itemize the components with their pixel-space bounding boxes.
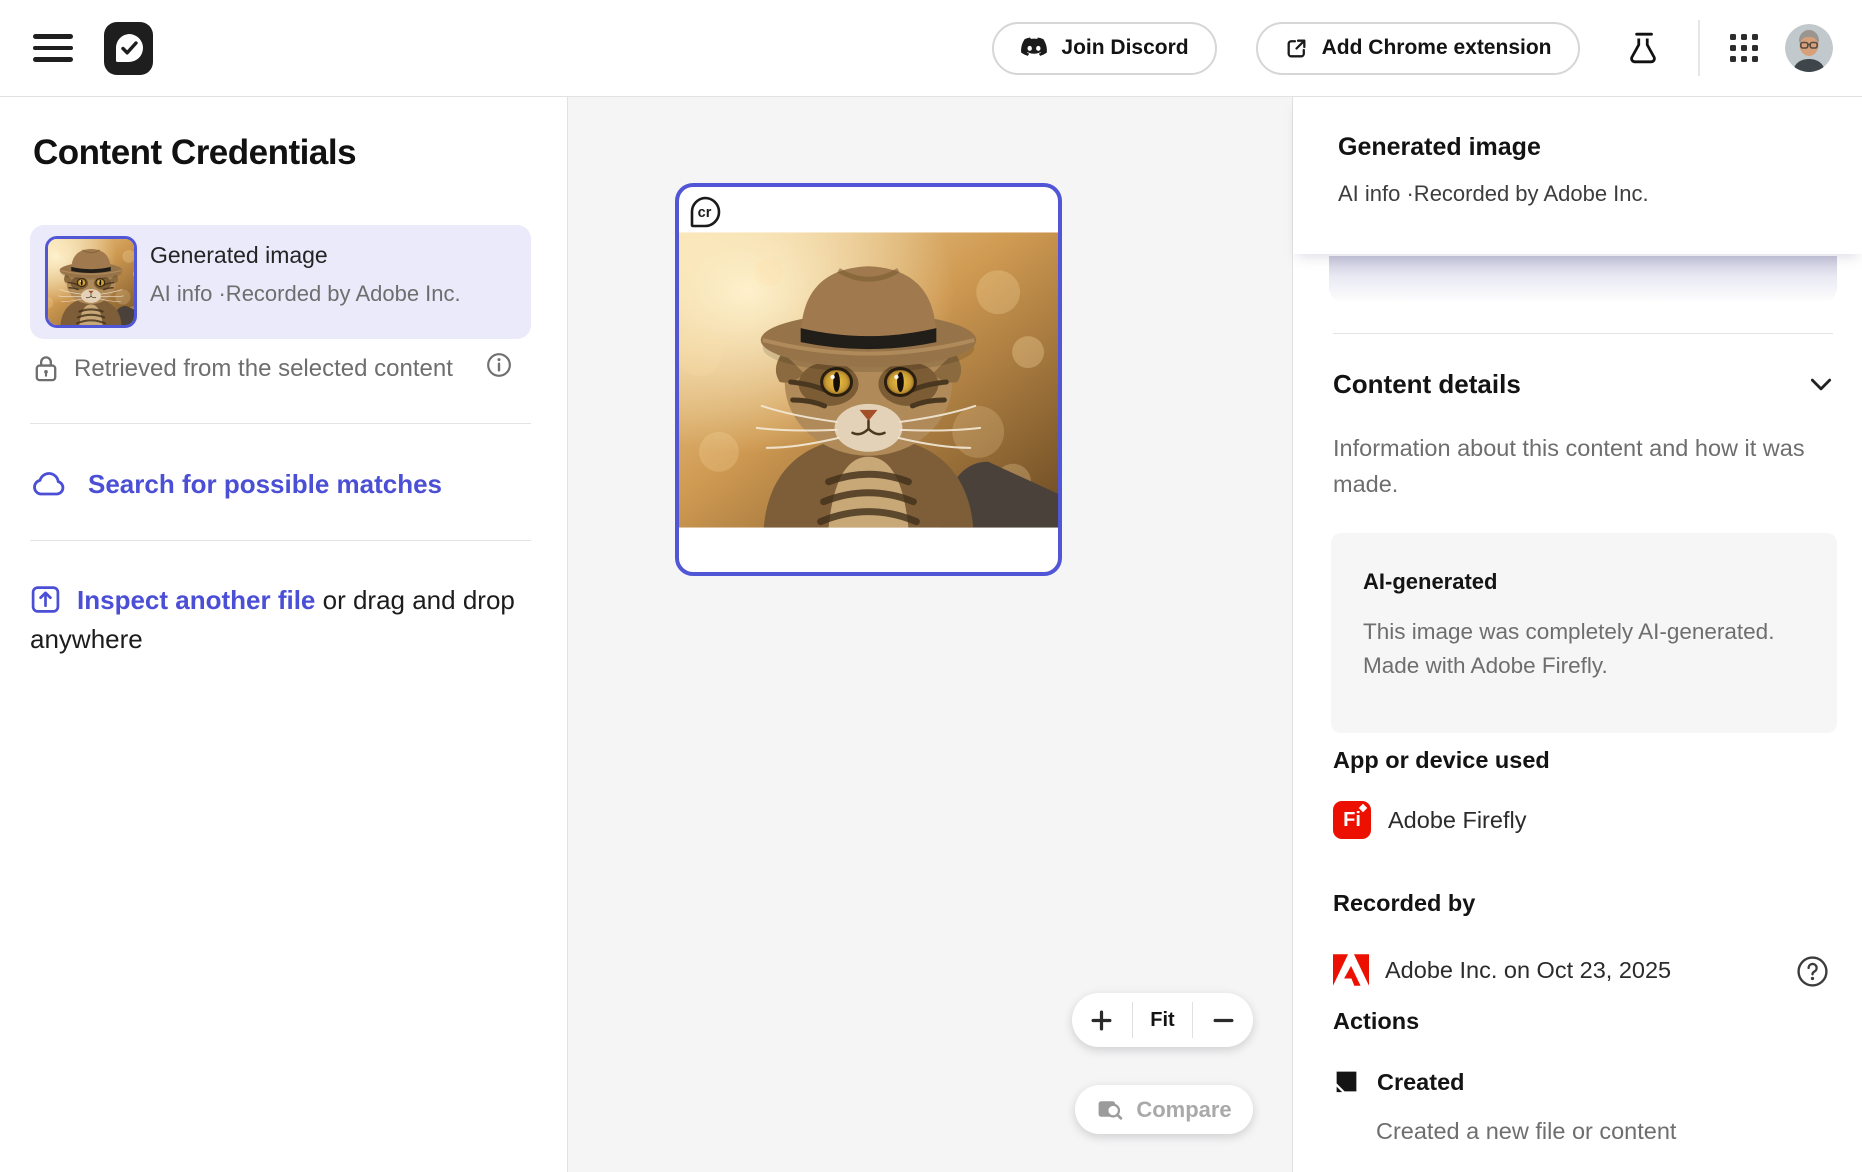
ai-generated-body: This image was completely AI-generated. … xyxy=(1363,615,1811,683)
cr-pin-check-icon xyxy=(112,31,146,65)
details-title: Generated image xyxy=(1338,133,1541,162)
search-matches-label: Search for possible matches xyxy=(88,469,442,500)
retrieved-status-row: Retrieved from the selected content xyxy=(33,353,453,384)
join-discord-button[interactable]: Join Discord xyxy=(992,22,1216,75)
cloud-icon xyxy=(30,470,68,499)
top-bar: Join Discord Add Chrome extension xyxy=(0,0,1862,97)
sidebar: Content Credentials Generated image AI i… xyxy=(0,97,568,1172)
topbar-actions: Join Discord Add Chrome extension xyxy=(992,20,1833,76)
details-header: Generated image AI info ·Recorded by Ado… xyxy=(1293,97,1862,254)
app-used-value: Adobe Firefly xyxy=(1388,807,1526,834)
cr-badge-icon[interactable]: cr xyxy=(688,195,722,229)
lock-icon xyxy=(33,353,59,384)
experiments-flask-icon[interactable] xyxy=(1627,31,1659,65)
details-panel: Generated image AI info ·Recorded by Ado… xyxy=(1292,97,1862,1172)
adobe-logo-icon xyxy=(1333,954,1369,986)
inspect-another-file-block: Inspect another file or drag and drop an… xyxy=(30,581,546,659)
app-used-heading: App or device used xyxy=(1333,747,1550,774)
content-details-heading: Content details xyxy=(1333,369,1521,400)
compare-label: Compare xyxy=(1136,1097,1231,1123)
chevron-down-icon xyxy=(1810,378,1832,391)
fit-button[interactable]: Fit xyxy=(1133,993,1193,1047)
recorded-by-value: Adobe Inc. on Oct 23, 2025 xyxy=(1385,957,1671,984)
content-details-description: Information about this content and how i… xyxy=(1333,430,1815,503)
content-card-subtitle: AI info ·Recorded by Adobe Inc. xyxy=(150,281,461,307)
content-credentials-app: Join Discord Add Chrome extension xyxy=(0,0,1862,1172)
search-matches-link[interactable]: Search for possible matches xyxy=(30,469,442,500)
info-icon[interactable] xyxy=(486,352,512,383)
created-file-icon xyxy=(1333,1069,1360,1096)
selected-content-card[interactable]: Generated image AI info ·Recorded by Ado… xyxy=(30,225,531,339)
page-title: Content Credentials xyxy=(33,133,356,173)
zoom-controls: Fit xyxy=(1072,993,1253,1047)
menu-icon[interactable] xyxy=(33,34,73,62)
scrolled-summary-card-edge xyxy=(1329,256,1837,302)
zoom-in-button[interactable] xyxy=(1072,993,1132,1047)
minus-icon xyxy=(1211,1008,1236,1033)
zoom-out-button[interactable] xyxy=(1193,993,1253,1047)
adobe-firefly-icon: Fi xyxy=(1333,801,1371,839)
help-icon[interactable] xyxy=(1796,955,1829,993)
content-card-title: Generated image xyxy=(150,242,328,269)
sidebar-divider-2 xyxy=(30,540,531,541)
compare-icon xyxy=(1096,1097,1123,1122)
details-subtitle: AI info ·Recorded by Adobe Inc. xyxy=(1338,181,1649,207)
recorded-by-row: Adobe Inc. on Oct 23, 2025 xyxy=(1333,954,1671,986)
image-viewer-canvas: cr Fit xyxy=(568,97,1292,1172)
action-created-description: Created a new file or content xyxy=(1376,1118,1676,1145)
plus-icon xyxy=(1089,1008,1114,1033)
actions-heading: Actions xyxy=(1333,1008,1419,1035)
ai-generated-card: AI-generated This image was completely A… xyxy=(1331,533,1837,733)
content-thumbnail xyxy=(45,236,137,328)
inspect-another-file-link[interactable]: Inspect another file xyxy=(77,585,315,615)
cat-photo xyxy=(679,232,1058,528)
inspected-image-card[interactable]: cr xyxy=(675,183,1062,576)
main-layout: Content Credentials Generated image AI i… xyxy=(0,97,1862,1172)
user-avatar[interactable] xyxy=(1785,24,1833,72)
collapse-section-button[interactable] xyxy=(1810,378,1832,396)
add-chrome-extension-label: Add Chrome extension xyxy=(1322,36,1552,60)
cr-badge-text: cr xyxy=(698,205,712,221)
firefly-icon-text: Fi xyxy=(1343,809,1361,832)
open-external-icon xyxy=(1284,36,1309,61)
discord-icon xyxy=(1020,37,1048,59)
upload-icon xyxy=(30,584,61,615)
apps-grid-icon[interactable] xyxy=(1730,34,1759,63)
sidebar-divider-1 xyxy=(30,423,531,424)
recorded-by-heading: Recorded by xyxy=(1333,890,1475,917)
app-used-row: Fi Adobe Firefly xyxy=(1333,801,1526,839)
join-discord-label: Join Discord xyxy=(1061,36,1188,60)
add-chrome-extension-button[interactable]: Add Chrome extension xyxy=(1256,22,1580,75)
topbar-divider xyxy=(1698,20,1700,76)
panel-divider xyxy=(1333,333,1833,334)
content-credentials-logo[interactable] xyxy=(104,22,153,75)
retrieved-status-label: Retrieved from the selected content xyxy=(74,355,453,383)
action-created-title: Created xyxy=(1377,1069,1465,1096)
action-created-row: Created xyxy=(1333,1069,1465,1096)
ai-generated-title: AI-generated xyxy=(1363,569,1805,595)
compare-button[interactable]: Compare xyxy=(1075,1085,1253,1134)
